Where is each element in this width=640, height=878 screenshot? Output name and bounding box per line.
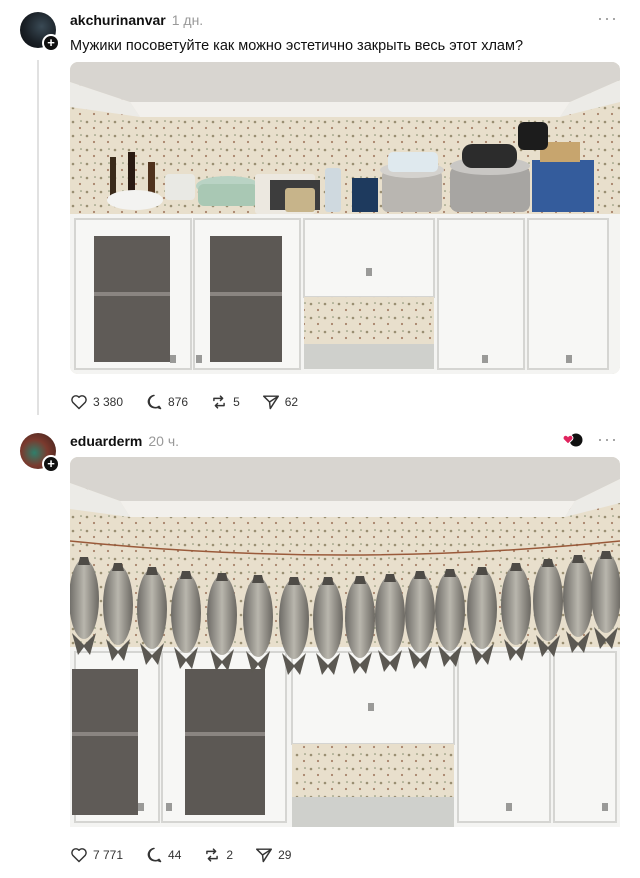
- heart-badge-icon: [562, 433, 583, 447]
- more-options-icon[interactable]: ···: [597, 8, 618, 29]
- comment-count: 876: [168, 395, 189, 409]
- comment-button[interactable]: 876: [145, 394, 188, 410]
- username[interactable]: eduarderm: [70, 433, 142, 449]
- repost-icon: [206, 848, 219, 862]
- more-options-icon[interactable]: ···: [597, 429, 618, 450]
- repost-button[interactable]: 5: [210, 394, 240, 410]
- send-icon: [256, 848, 273, 863]
- post: + akchurinanvar 1 дн. ··· Мужики посовету…: [0, 0, 640, 425]
- heart-icon: [71, 848, 87, 863]
- post-header: akchurinanvar 1 дн.: [70, 12, 203, 28]
- comment-count: 44: [168, 848, 182, 862]
- post-photo[interactable]: [70, 457, 620, 851]
- kitchen-cabinets-dried-fish-photo: [70, 457, 620, 827]
- comment-button[interactable]: 44: [145, 847, 181, 863]
- follow-plus-icon[interactable]: +: [42, 34, 60, 52]
- repost-count: 2: [226, 848, 234, 862]
- share-count: 29: [278, 848, 292, 862]
- repost-icon: [213, 395, 225, 409]
- comment-icon: [147, 847, 162, 863]
- share-button[interactable]: 62: [262, 394, 298, 410]
- heart-icon: [71, 395, 87, 410]
- send-icon: [262, 395, 279, 410]
- avatar[interactable]: +: [20, 433, 60, 473]
- post-time: 20 ч.: [148, 433, 180, 449]
- repost-count: 5: [233, 395, 240, 409]
- like-button[interactable]: 3 380: [70, 394, 123, 410]
- comment-icon: [147, 394, 162, 410]
- share-count: 62: [284, 395, 299, 409]
- post-time: 1 дн.: [171, 12, 204, 28]
- follow-plus-icon[interactable]: +: [42, 455, 60, 473]
- post-text: Мужики посоветуйте как можно эстетично з…: [70, 38, 524, 54]
- post-photo[interactable]: [70, 62, 620, 374]
- kitchen-cabinets-clutter-photo: [70, 62, 620, 374]
- post-actions: 3 380 876 5 62: [70, 394, 320, 410]
- avatar[interactable]: +: [20, 12, 60, 52]
- like-count: 3 380: [93, 395, 124, 409]
- thread-line: [37, 60, 39, 415]
- share-button[interactable]: 29: [255, 847, 291, 863]
- post-header: eduarderm 20 ч.: [70, 433, 179, 449]
- repost-button[interactable]: 2: [203, 847, 233, 863]
- post: + eduarderm 20 ч. ··· 7 771 44 2 29: [0, 425, 640, 878]
- like-button[interactable]: 7 771: [70, 847, 123, 863]
- post-actions: 7 771 44 2 29: [70, 847, 313, 863]
- username[interactable]: akchurinanvar: [70, 12, 166, 28]
- like-count: 7 771: [93, 848, 124, 862]
